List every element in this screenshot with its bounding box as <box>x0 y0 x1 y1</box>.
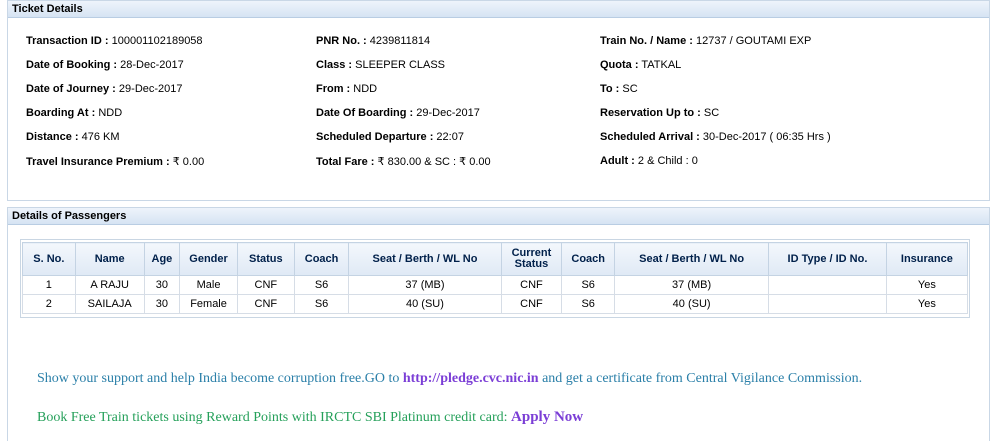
cell-name: SAILAJA <box>74 294 145 314</box>
cell-coach: S6 <box>293 294 350 314</box>
cvc-pledge-message: Show your support and help India become … <box>37 371 863 386</box>
transaction-id: Transaction ID : 100001102189058 <box>26 35 203 47</box>
ticket-info-grid: Transaction ID : 100001102189058 PNR No.… <box>26 35 976 179</box>
cell-status: CNF <box>236 294 295 314</box>
cell-status: CNF <box>236 275 295 295</box>
cell-seat-berth: 37 (MB) <box>348 275 502 295</box>
col-current-coach: Coach <box>561 242 616 276</box>
total-fare: Total Fare : ₹ 830.00 & SC : ₹ 0.00 <box>316 156 491 168</box>
col-status: Status <box>236 242 295 276</box>
cell-id-type <box>768 294 887 314</box>
cell-insurance: Yes <box>885 294 969 314</box>
apply-now-link[interactable]: Apply Now <box>511 409 583 425</box>
col-seat-berth: Seat / Berth / WL No <box>348 242 502 276</box>
info-row: Date of Booking : 28-Dec-2017 Class : SL… <box>26 59 976 83</box>
info-row: Boarding At : NDD Date Of Boarding : 29-… <box>26 107 976 131</box>
cell-seat-berth: 40 (SU) <box>348 294 502 314</box>
col-coach: Coach <box>293 242 350 276</box>
cell-age: 30 <box>143 275 181 295</box>
distance: Distance : 476 KM <box>26 131 120 143</box>
scheduled-arrival: Scheduled Arrival : 30-Dec-2017 ( 06:35 … <box>600 131 831 143</box>
cell-sno: 1 <box>22 275 76 295</box>
passenger-details-panel: Details of Passengers S. No. Name Age Ge… <box>7 207 990 441</box>
col-sno: S. No. <box>22 242 76 276</box>
cell-current-seat-berth: 40 (SU) <box>614 294 770 314</box>
passenger-table: S. No. Name Age Gender Status Coach Seat… <box>22 242 969 314</box>
col-id-type: ID Type / ID No. <box>768 242 887 276</box>
cell-current-seat-berth: 37 (MB) <box>614 275 770 295</box>
date-of-journey: Date of Journey : 29-Dec-2017 <box>26 83 183 95</box>
cvc-pledge-link[interactable]: http://pledge.cvc.nic.in <box>403 371 539 386</box>
cell-current-status: CNF <box>500 294 563 314</box>
cell-gender: Female <box>179 294 238 314</box>
info-row: Transaction ID : 100001102189058 PNR No.… <box>26 35 976 59</box>
table-row: 2 SAILAJA 30 Female CNF S6 40 (SU) CNF S… <box>22 294 969 314</box>
scheduled-departure: Scheduled Departure : 22:07 <box>316 131 464 143</box>
table-header-row: S. No. Name Age Gender Status Coach Seat… <box>22 242 969 276</box>
col-gender: Gender <box>179 242 238 276</box>
date-of-booking: Date of Booking : 28-Dec-2017 <box>26 59 184 71</box>
info-row: Travel Insurance Premium : ₹ 0.00 Total … <box>26 155 976 179</box>
to-station: To : SC <box>600 83 638 95</box>
col-age: Age <box>143 242 181 276</box>
cell-coach: S6 <box>293 275 350 295</box>
cell-current-status: CNF <box>500 275 563 295</box>
info-row: Distance : 476 KM Scheduled Departure : … <box>26 131 976 155</box>
irctc-card-promo: Book Free Train tickets using Reward Poi… <box>37 409 584 425</box>
travel-class: Class : SLEEPER CLASS <box>316 59 446 71</box>
boarding-at: Boarding At : NDD <box>26 107 123 119</box>
col-name: Name <box>74 242 145 276</box>
col-insurance: Insurance <box>885 242 969 276</box>
cell-age: 30 <box>143 294 181 314</box>
reservation-up-to: Reservation Up to : SC <box>600 107 720 119</box>
from-station: From : NDD <box>316 83 378 95</box>
train-name: Train No. / Name : 12737 / GOUTAMI EXP <box>600 35 812 47</box>
col-current-seat-berth: Seat / Berth / WL No <box>614 242 770 276</box>
cell-current-coach: S6 <box>561 294 616 314</box>
passenger-count: Adult : 2 & Child : 0 <box>600 155 698 167</box>
cell-name: A RAJU <box>74 275 145 295</box>
cell-gender: Male <box>179 275 238 295</box>
travel-insurance-premium: Travel Insurance Premium : ₹ 0.00 <box>26 156 205 168</box>
quota: Quota : TATKAL <box>600 59 682 71</box>
info-row: Date of Journey : 29-Dec-2017 From : NDD… <box>26 83 976 107</box>
date-of-boarding: Date Of Boarding : 29-Dec-2017 <box>316 107 480 119</box>
cell-current-coach: S6 <box>561 275 616 295</box>
table-row: 1 A RAJU 30 Male CNF S6 37 (MB) CNF S6 3… <box>22 275 969 295</box>
col-current-status: Current Status <box>500 242 563 276</box>
ticket-details-header: Ticket Details <box>8 1 989 18</box>
cell-id-type <box>768 275 887 295</box>
cell-sno: 2 <box>22 294 76 314</box>
pnr-number: PNR No. : 4239811814 <box>316 35 431 47</box>
cell-insurance: Yes <box>885 275 969 295</box>
passenger-details-header: Details of Passengers <box>8 208 989 225</box>
ticket-details-panel: Ticket Details Transaction ID : 10000110… <box>7 0 990 201</box>
